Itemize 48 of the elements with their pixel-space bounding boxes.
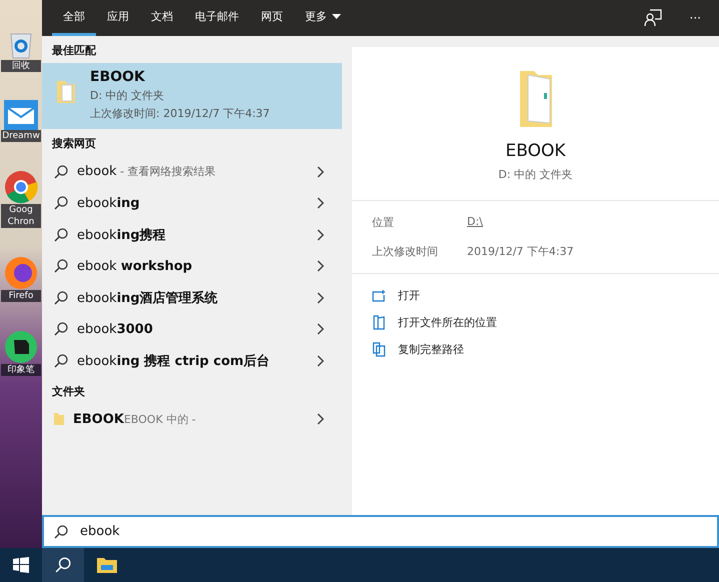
- property-label: 上次修改时间: [372, 244, 439, 259]
- filter-tab[interactable]: 电子邮件: [184, 0, 250, 36]
- filter-tab[interactable]: 应用: [96, 0, 140, 36]
- filter-tab[interactable]: 全部: [52, 0, 96, 36]
- web-suggestion-item[interactable]: ebook workshop: [42, 250, 342, 282]
- suggestion-text: ebook3000: [77, 322, 154, 337]
- web-suggestion-item[interactable]: ebook3000: [42, 314, 342, 345]
- property-label: 位置: [372, 215, 395, 230]
- action-label: 打开文件所在的位置: [398, 315, 497, 330]
- filter-tab[interactable]: 更多: [294, 0, 352, 36]
- action-label: 复制完整路径: [398, 342, 464, 357]
- search-input-field[interactable]: ebook: [42, 515, 719, 548]
- web-suggestion-item[interactable]: ebook - 查看网络搜索结果: [42, 156, 342, 188]
- folder-result-text: EBOOKEBOOK 中的 -: [73, 412, 197, 427]
- section-heading: 文件夹: [51, 384, 86, 400]
- action-label: 打开: [398, 288, 420, 303]
- suggestion-text: ebooking携程: [77, 226, 167, 244]
- action-item[interactable]: 打开文件所在的位置: [372, 315, 699, 330]
- folder-result-item[interactable]: EBOOKEBOOK 中的 -: [42, 404, 342, 435]
- filter-tab[interactable]: 文档: [140, 0, 184, 36]
- modified-time: 上次修改时间: 2019/12/7 下午4:37: [90, 106, 270, 121]
- action-item[interactable]: 复制完整路径: [372, 342, 699, 357]
- result-subtitle: D: 中的 文件夹: [90, 88, 166, 103]
- web-suggestion-item[interactable]: ebooking携程: [42, 219, 342, 250]
- action-item[interactable]: 打开: [372, 288, 699, 303]
- web-suggestion-item[interactable]: ebooking: [42, 188, 342, 219]
- desktop-icon-label: Firefo: [1, 290, 41, 302]
- suggestion-text: ebooking酒店管理系统: [77, 290, 219, 307]
- property-value: 2019/12/7 下午4:37: [467, 244, 574, 259]
- preview-subtitle: D: 中的 文件夹: [498, 167, 573, 182]
- web-suggestion-item[interactable]: ebooking酒店管理系统: [42, 282, 342, 314]
- location-link[interactable]: D:\: [467, 215, 483, 230]
- desktop-icon-label: 印象笔: [1, 364, 41, 376]
- desktop-icon-label: Dreamw: [1, 130, 41, 142]
- best-match-item[interactable]: EBOOK D: 中的 文件夹 上次修改时间: 2019/12/7 下午4:37: [42, 63, 342, 129]
- section-heading: 最佳匹配: [51, 43, 97, 59]
- desktop-icon-label: 回收: [1, 60, 41, 72]
- suggestion-text: ebooking 携程 ctrip com后台: [77, 352, 271, 370]
- web-suggestion-item[interactable]: ebooking 携程 ctrip com后台: [42, 345, 342, 376]
- suggestion-text: ebook workshop: [77, 258, 194, 274]
- preview-title: EBOOK: [505, 141, 566, 161]
- section-heading: 搜索网页: [50, 136, 97, 152]
- filter-tab[interactable]: 网页: [250, 0, 294, 36]
- desktop-icon-label: Goog Chron: [1, 204, 41, 228]
- result-title: EBOOK: [90, 69, 146, 85]
- more-options-button[interactable]: ···: [684, 10, 707, 26]
- suggestion-text: ebook - 查看网络搜索结果: [77, 164, 217, 180]
- suggestion-text: ebooking: [77, 196, 141, 211]
